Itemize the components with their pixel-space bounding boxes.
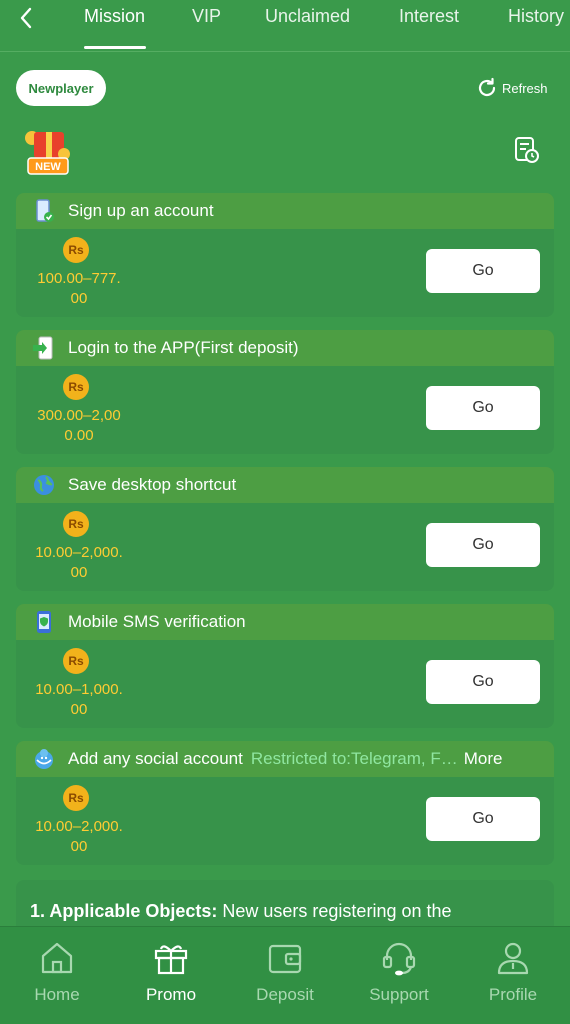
gift-box-new-icon: NEW [25,131,70,175]
rupee-coin-icon: Rs [63,648,89,674]
reward-amount: 300.00–2,000.00 [37,407,121,444]
records-button[interactable] [512,136,540,164]
nav-label: Deposit [256,985,314,1004]
reward-amount: 10.00–2,000.00 [35,818,123,855]
social-bird-icon [35,749,53,769]
gift-icon [154,945,188,975]
rupee-coin-icon: Rs [63,374,89,400]
tab-mission[interactable]: Mission [84,6,145,27]
mission-title: Mobile SMS verification [68,612,246,631]
tab-history[interactable]: History [508,6,564,27]
more-link[interactable]: More [464,749,503,769]
new-promo-badge: NEW [20,124,78,178]
restriction-text: Restricted to:Telegram, F… [250,749,458,768]
mission-card-header: Login to the APP(First deposit) [16,330,554,366]
mission-card-header: Add any social account Restricted to:Tel… [16,741,554,777]
chevron-left-icon [20,7,32,29]
reward-amount: 10.00–1,000.00 [35,681,123,718]
rules-heading: 1. Applicable Objects: [30,901,218,921]
mission-card-header: Mobile SMS verification [16,604,554,640]
mission-card-header: Save desktop shortcut [16,467,554,503]
top-navigation: Mission VIP Unclaimed Interest History [0,0,570,52]
go-button[interactable]: Go [426,660,540,704]
tab-vip[interactable]: VIP [192,6,221,27]
rules-text: New users registering on the [217,901,452,921]
mission-title: Add any social account [68,749,243,768]
nav-label: Home [34,985,80,1004]
nav-label: Profile [488,985,538,1004]
tab-unclaimed[interactable]: Unclaimed [265,6,350,27]
bottom-navigation: Home Promo Deposit Support Profile [0,926,570,1024]
wallet-icon [268,944,302,974]
nav-deposit[interactable]: Deposit [228,927,342,1024]
nav-label: Support [369,985,429,1004]
go-button[interactable]: Go [426,249,540,293]
reward-amount: 10.00–2,000.00 [35,544,123,581]
refresh-icon [478,77,496,97]
newplayer-filter-chip[interactable]: Newplayer [16,70,106,106]
refresh-label: Refresh [502,80,548,96]
app-login-icon [33,336,53,360]
profile-icon [497,942,529,975]
tab-interest[interactable]: Interest [399,6,459,27]
reward-amount: 100.00–777.00 [37,270,121,307]
mission-card-header: Sign up an account [16,193,554,229]
mission-title: Sign up an account [68,201,214,220]
globe-icon [34,475,54,495]
home-icon [41,942,73,974]
back-button[interactable] [14,6,38,30]
nav-home[interactable]: Home [0,927,114,1024]
go-button[interactable]: Go [426,523,540,567]
refresh-button[interactable]: Refresh [476,76,548,100]
nav-support[interactable]: Support [342,927,456,1024]
nav-promo[interactable]: Promo [114,927,228,1024]
rupee-coin-icon: Rs [63,237,89,263]
document-clock-icon [515,137,539,163]
mission-card-sms-verification: Mobile SMS verification Rs 10.00–1,000.0… [16,604,554,728]
phone-shield-icon [37,611,51,633]
nav-profile[interactable]: Profile [456,927,570,1024]
mission-title: Save desktop shortcut [68,475,237,494]
nav-label: Promo [145,985,197,1004]
go-button[interactable]: Go [426,797,540,841]
mission-title: Login to the APP(First deposit) [68,338,299,357]
headset-icon [382,942,416,976]
badge-text: NEW [35,161,61,173]
rupee-coin-icon: Rs [63,511,89,537]
mission-card-desktop-shortcut: Save desktop shortcut Rs 10.00–2,000.00 … [16,467,554,591]
signup-phone-icon [36,199,54,222]
mission-card-social-account: Add any social account Restricted to:Tel… [16,741,554,865]
mission-card-signup: Sign up an account Rs 100.00–777.00 Go [16,193,554,317]
rupee-coin-icon: Rs [63,785,89,811]
mission-card-login-app: Login to the APP(First deposit) Rs 300.0… [16,330,554,454]
active-tab-indicator [84,46,146,49]
go-button[interactable]: Go [426,386,540,430]
